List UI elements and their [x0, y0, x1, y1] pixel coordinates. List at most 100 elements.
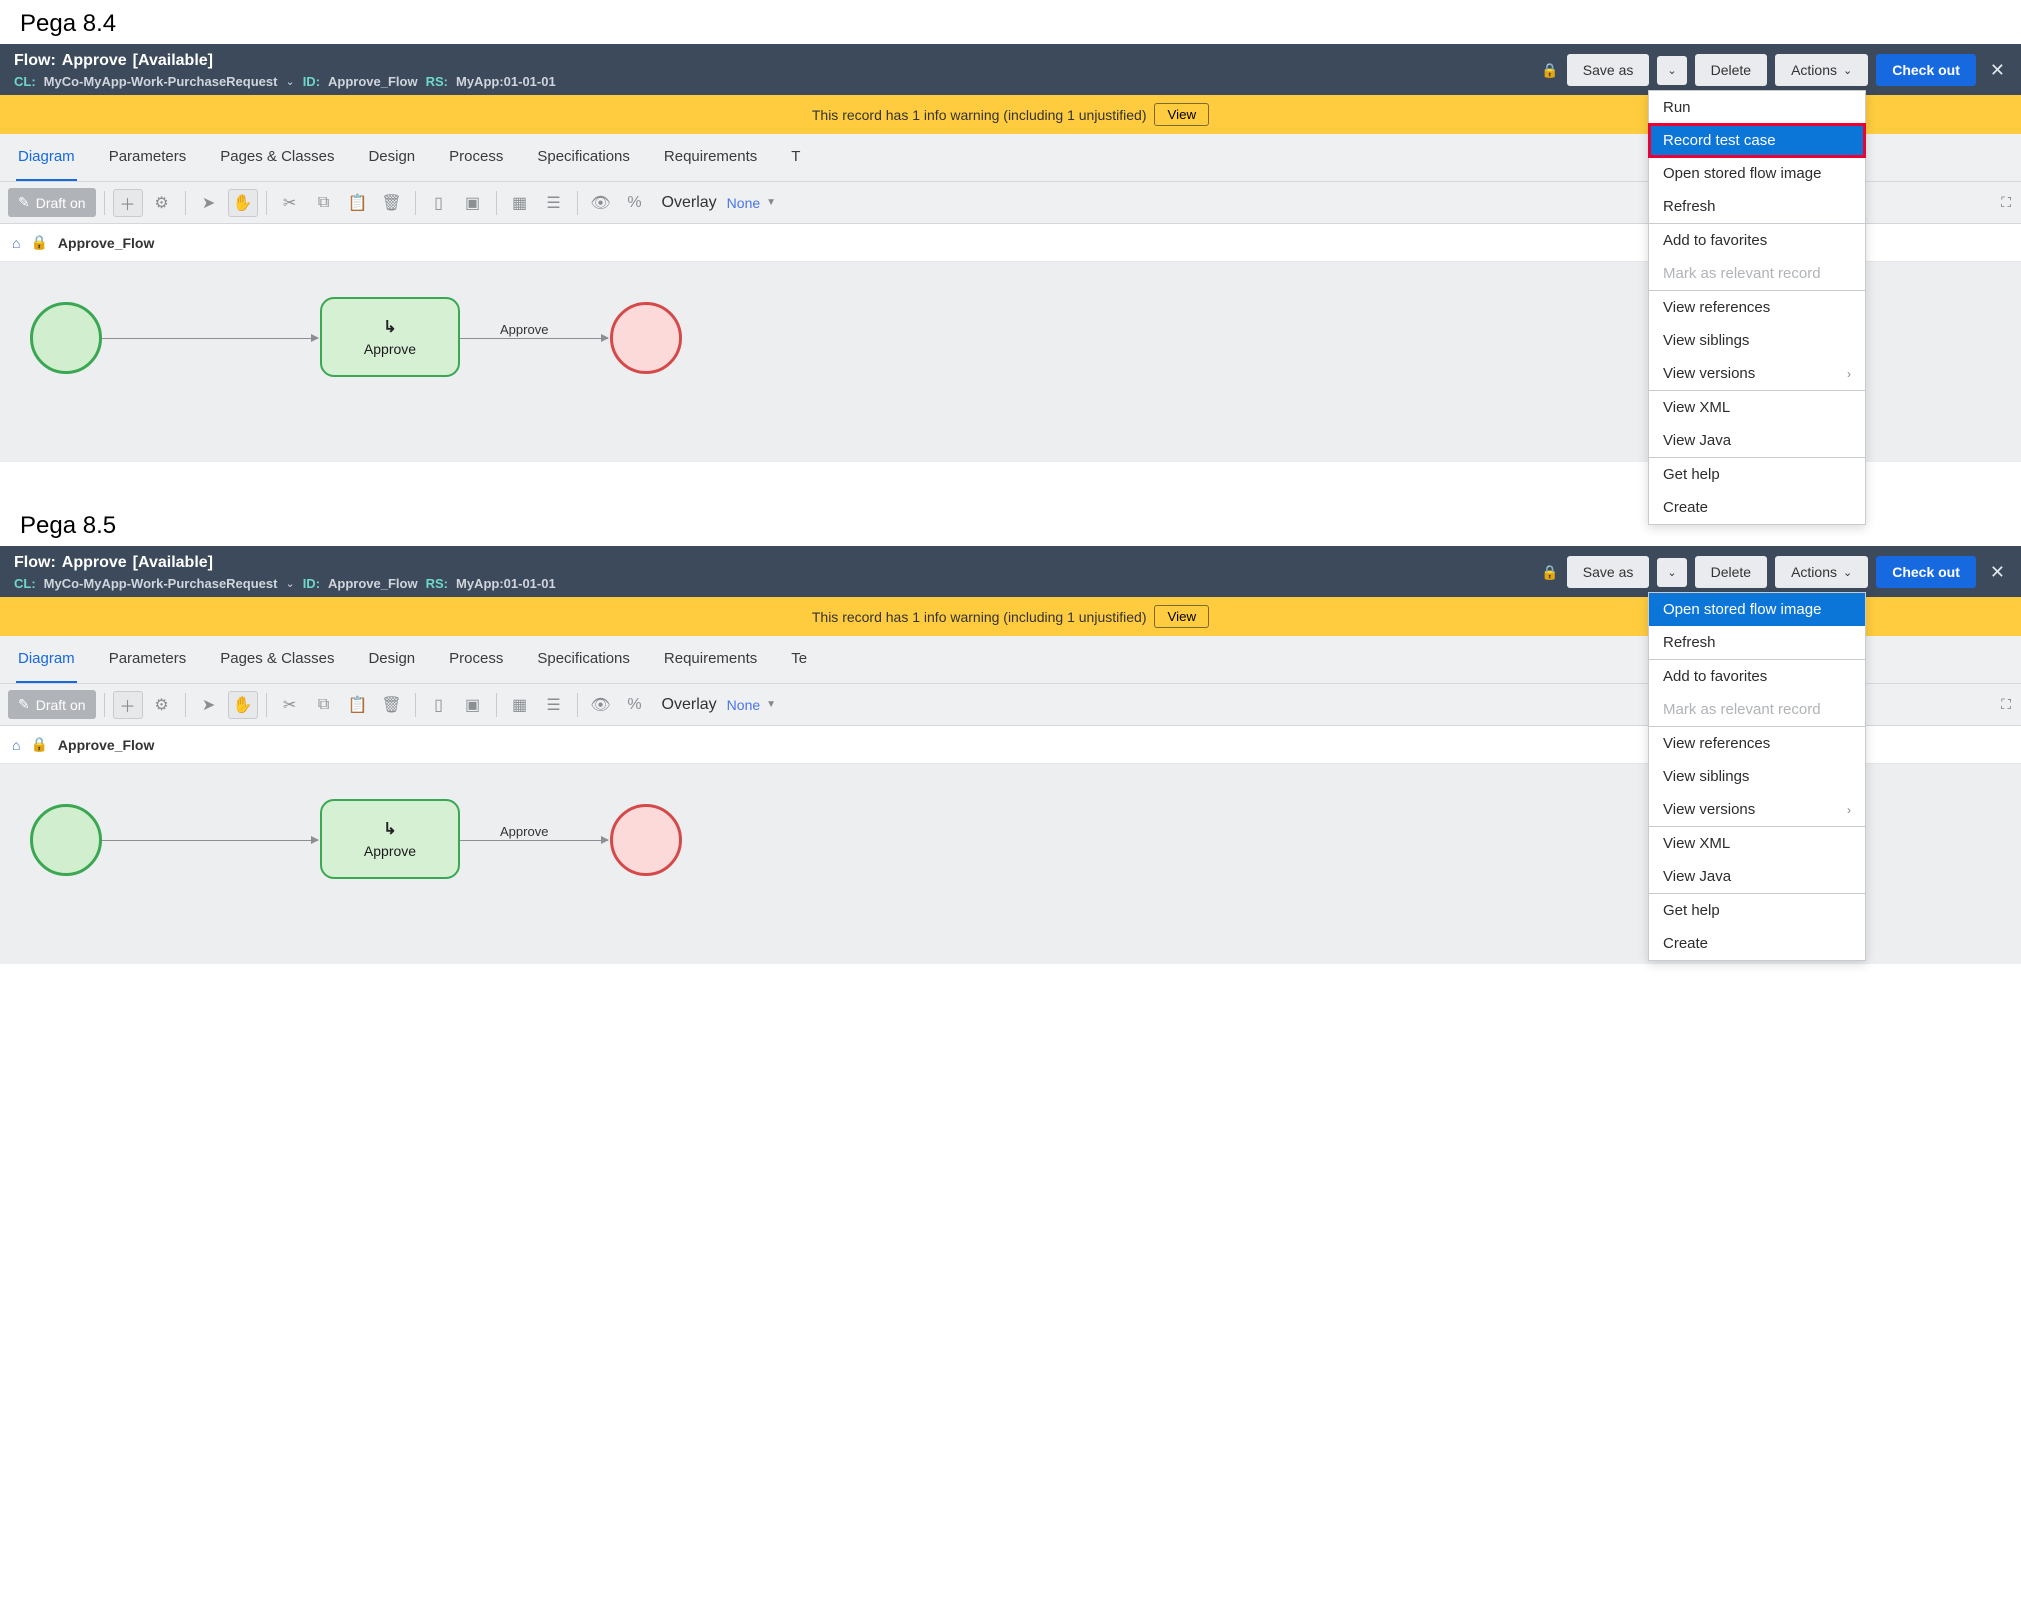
actions-button[interactable]: Actions⌄ [1775, 556, 1868, 588]
fullscreen-icon[interactable]: ⛶ [2001, 696, 2011, 713]
draft-toggle[interactable]: ✎Draft on [8, 188, 96, 217]
end-node[interactable] [610, 804, 682, 876]
chevron-down-icon[interactable]: ▼ [766, 197, 776, 208]
view-warnings-button[interactable]: View [1154, 605, 1209, 628]
paste-icon[interactable]: 📋 [343, 691, 373, 719]
menu-add-favorites[interactable]: Add to favorites [1649, 224, 1865, 257]
tab-requirements[interactable]: Requirements [662, 134, 759, 181]
delete-icon[interactable]: 🗑 [377, 189, 407, 217]
tab-diagram[interactable]: Diagram [16, 636, 77, 683]
distribute-icon[interactable]: ▣ [458, 691, 488, 719]
connector[interactable] [460, 840, 608, 841]
close-icon[interactable]: ✕ [1984, 60, 2011, 81]
pointer-tool[interactable]: ➤ [194, 189, 224, 217]
tab-parameters[interactable]: Parameters [107, 636, 189, 683]
view-warnings-button[interactable]: View [1154, 103, 1209, 126]
delete-button[interactable]: Delete [1695, 54, 1767, 86]
save-as-caret[interactable]: ⌄ [1657, 56, 1686, 85]
menu-view-siblings[interactable]: View siblings [1649, 324, 1865, 357]
save-as-button[interactable]: Save as [1567, 54, 1650, 86]
pan-tool[interactable]: ✋ [228, 691, 258, 719]
menu-run[interactable]: Run [1649, 91, 1865, 124]
tab-design[interactable]: Design [366, 636, 417, 683]
checkout-button[interactable]: Check out [1876, 54, 1976, 86]
align-icon[interactable]: ▯ [424, 189, 454, 217]
class-chevron-icon[interactable]: ⌄ [285, 577, 294, 590]
class-chevron-icon[interactable]: ⌄ [285, 75, 294, 88]
distribute-icon[interactable]: ▣ [458, 189, 488, 217]
percent-icon[interactable]: % [620, 189, 650, 217]
menu-refresh[interactable]: Refresh [1649, 190, 1865, 223]
overlay-dropdown[interactable]: None [727, 195, 760, 211]
settings-gear-icon[interactable]: ⚙ [147, 691, 177, 719]
menu-record-test-case[interactable]: Record test case [1649, 124, 1865, 157]
align-icon[interactable]: ▯ [424, 691, 454, 719]
fullscreen-icon[interactable]: ⛶ [2001, 194, 2011, 211]
list-icon[interactable]: ☰ [539, 691, 569, 719]
menu-view-siblings[interactable]: View siblings [1649, 760, 1865, 793]
pan-tool[interactable]: ✋ [228, 189, 258, 217]
settings-gear-icon[interactable]: ⚙ [147, 189, 177, 217]
start-node[interactable] [30, 302, 102, 374]
assignment-node[interactable]: ↳ Approve [320, 799, 460, 879]
menu-create[interactable]: Create [1649, 927, 1865, 960]
list-icon[interactable]: ☰ [539, 189, 569, 217]
checkout-button[interactable]: Check out [1876, 556, 1976, 588]
start-node[interactable] [30, 804, 102, 876]
tab-specifications[interactable]: Specifications [535, 134, 632, 181]
save-as-button[interactable]: Save as [1567, 556, 1650, 588]
tab-parameters[interactable]: Parameters [107, 134, 189, 181]
tab-process[interactable]: Process [447, 636, 505, 683]
chevron-down-icon[interactable]: ▼ [766, 699, 776, 710]
delete-icon[interactable]: 🗑 [377, 691, 407, 719]
menu-view-references[interactable]: View references [1649, 727, 1865, 760]
tab-specifications[interactable]: Specifications [535, 636, 632, 683]
tab-pages-classes[interactable]: Pages & Classes [218, 636, 336, 683]
tab-design[interactable]: Design [366, 134, 417, 181]
menu-create[interactable]: Create [1649, 491, 1865, 524]
tab-truncated[interactable]: T [789, 134, 802, 181]
menu-view-java[interactable]: View Java [1649, 860, 1865, 893]
home-icon[interactable]: ⌂ [12, 737, 20, 753]
close-icon[interactable]: ✕ [1984, 562, 2011, 583]
class-value[interactable]: MyCo-MyApp-Work-PurchaseRequest [44, 74, 278, 89]
cut-icon[interactable]: ✂ [275, 189, 305, 217]
assignment-node[interactable]: ↳ Approve [320, 297, 460, 377]
class-value[interactable]: MyCo-MyApp-Work-PurchaseRequest [44, 576, 278, 591]
delete-button[interactable]: Delete [1695, 556, 1767, 588]
cut-icon[interactable]: ✂ [275, 691, 305, 719]
menu-get-help[interactable]: Get help [1649, 894, 1865, 927]
menu-view-references[interactable]: View references [1649, 291, 1865, 324]
tab-truncated[interactable]: Te [789, 636, 809, 683]
add-shape-button[interactable]: ＋ [113, 691, 143, 719]
percent-icon[interactable]: % [620, 691, 650, 719]
pointer-tool[interactable]: ➤ [194, 691, 224, 719]
end-node[interactable] [610, 302, 682, 374]
menu-open-stored-image[interactable]: Open stored flow image [1649, 593, 1865, 626]
menu-view-versions[interactable]: View versions› [1649, 793, 1865, 826]
draft-toggle[interactable]: ✎Draft on [8, 690, 96, 719]
copy-icon[interactable]: ⧉ [309, 691, 339, 719]
preview-icon[interactable]: 👁 [586, 691, 616, 719]
grid-icon[interactable]: ▦ [505, 189, 535, 217]
grid-icon[interactable]: ▦ [505, 691, 535, 719]
menu-open-stored-image[interactable]: Open stored flow image [1649, 157, 1865, 190]
tab-requirements[interactable]: Requirements [662, 636, 759, 683]
save-as-caret[interactable]: ⌄ [1657, 558, 1686, 587]
menu-get-help[interactable]: Get help [1649, 458, 1865, 491]
preview-icon[interactable]: 👁 [586, 189, 616, 217]
menu-view-java[interactable]: View Java [1649, 424, 1865, 457]
menu-view-versions[interactable]: View versions› [1649, 357, 1865, 390]
connector[interactable] [460, 338, 608, 339]
home-icon[interactable]: ⌂ [12, 235, 20, 251]
actions-button[interactable]: Actions⌄ [1775, 54, 1868, 86]
connector[interactable] [102, 338, 318, 339]
tab-process[interactable]: Process [447, 134, 505, 181]
menu-refresh[interactable]: Refresh [1649, 626, 1865, 659]
overlay-dropdown[interactable]: None [727, 697, 760, 713]
tab-pages-classes[interactable]: Pages & Classes [218, 134, 336, 181]
copy-icon[interactable]: ⧉ [309, 189, 339, 217]
menu-view-xml[interactable]: View XML [1649, 827, 1865, 860]
connector[interactable] [102, 840, 318, 841]
menu-add-favorites[interactable]: Add to favorites [1649, 660, 1865, 693]
